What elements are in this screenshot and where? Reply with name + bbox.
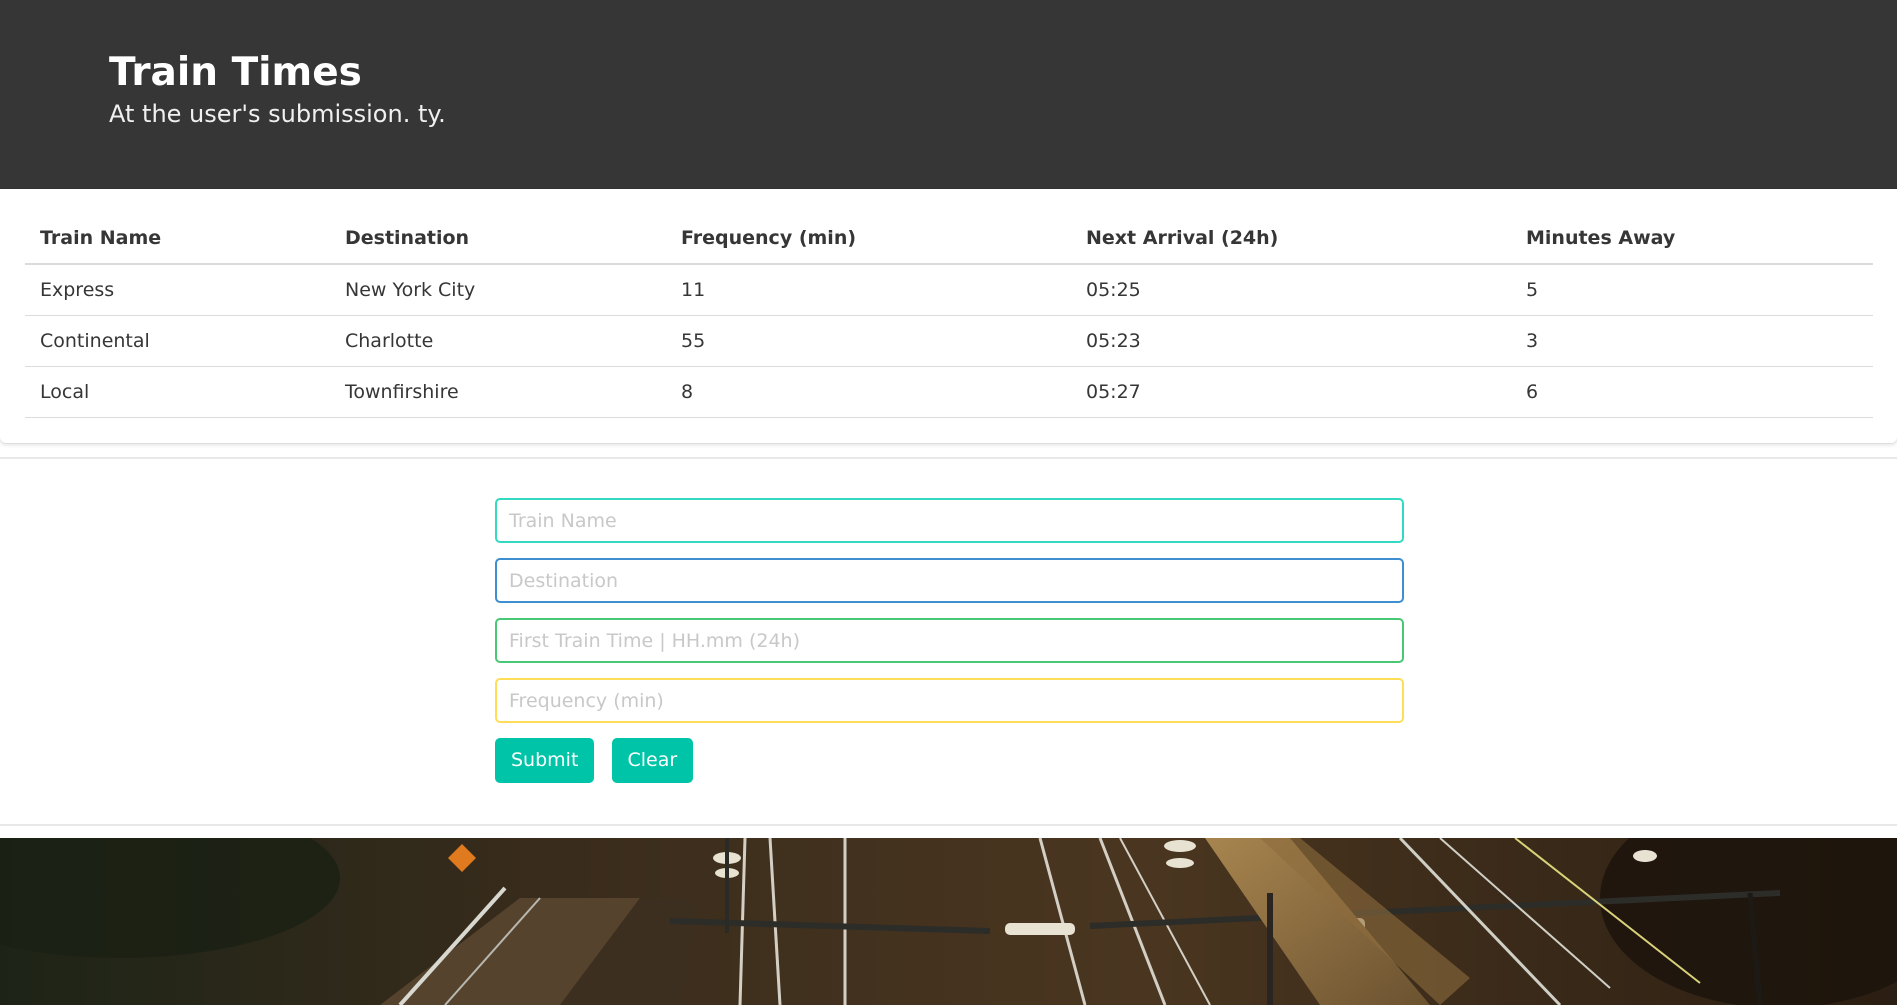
cell-destination: New York City [330, 264, 666, 316]
cell-frequency: 8 [666, 366, 1071, 418]
first-train-time-input[interactable] [495, 618, 1404, 663]
cell-train-name: Express [25, 264, 330, 316]
column-header-next-arrival: Next Arrival (24h) [1071, 213, 1511, 265]
table-row: Express New York City 11 05:25 5 [25, 264, 1873, 316]
cell-destination: Townfirshire [330, 366, 666, 418]
cell-minutes-away: 3 [1511, 315, 1873, 367]
cell-destination: Charlotte [330, 315, 666, 367]
column-header-destination: Destination [330, 213, 666, 265]
column-header-minutes-away: Minutes Away [1511, 213, 1873, 265]
section-divider-top [0, 457, 1897, 459]
add-train-form: Submit Clear [495, 498, 1404, 783]
frequency-input[interactable] [495, 678, 1404, 723]
cell-next-arrival: 05:23 [1071, 315, 1511, 367]
cell-frequency: 55 [666, 315, 1071, 367]
train-schedule-table: Train Name Destination Frequency (min) N… [25, 213, 1873, 418]
railway-tracks-image [0, 838, 1897, 1005]
column-header-frequency: Frequency (min) [666, 213, 1071, 265]
form-actions: Submit Clear [495, 738, 705, 783]
train-name-input[interactable] [495, 498, 1404, 543]
cell-next-arrival: 05:25 [1071, 264, 1511, 316]
table-header-row: Train Name Destination Frequency (min) N… [25, 213, 1873, 265]
cell-train-name: Local [25, 366, 330, 418]
cell-minutes-away: 6 [1511, 366, 1873, 418]
table-row: Local Townfirshire 8 05:27 6 [25, 366, 1873, 418]
page-subtitle: At the user's submission. ty. [109, 100, 446, 128]
destination-input[interactable] [495, 558, 1404, 603]
cell-minutes-away: 5 [1511, 264, 1873, 316]
clear-button[interactable]: Clear [611, 738, 694, 783]
submit-button[interactable]: Submit [495, 738, 595, 783]
page-title: Train Times [109, 50, 362, 95]
column-header-train-name: Train Name [25, 213, 330, 265]
table-row: Continental Charlotte 55 05:23 3 [25, 315, 1873, 367]
section-divider-bottom [0, 824, 1897, 826]
train-schedule-box: Train Name Destination Frequency (min) N… [0, 189, 1897, 443]
page-header: Train Times At the user's submission. ty… [0, 0, 1897, 189]
cell-frequency: 11 [666, 264, 1071, 316]
cell-next-arrival: 05:27 [1071, 366, 1511, 418]
cell-train-name: Continental [25, 315, 330, 367]
